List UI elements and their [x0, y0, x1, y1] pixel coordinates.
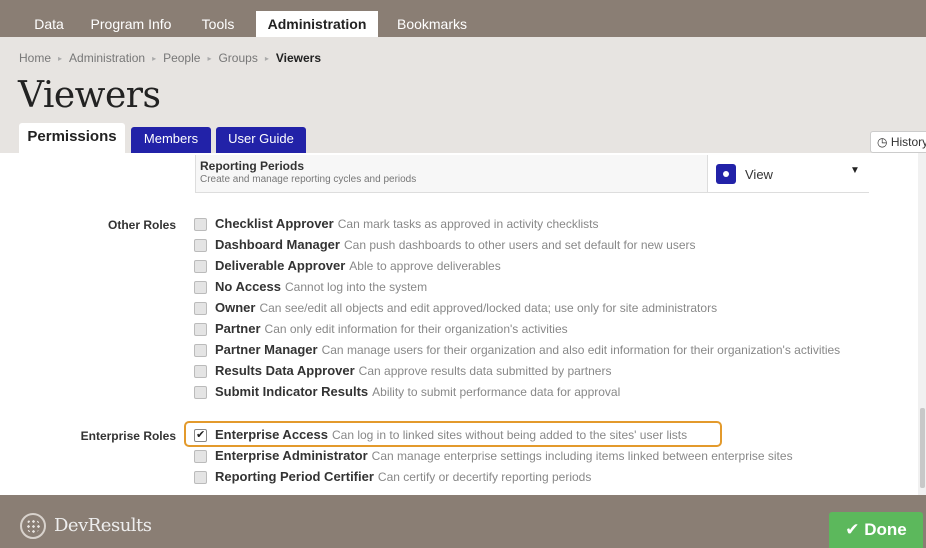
scrollbar[interactable] — [918, 153, 926, 495]
role-description: Able to approve deliverables — [349, 259, 501, 273]
role-checkbox[interactable] — [194, 450, 207, 463]
nav-tab-tools[interactable]: Tools — [190, 11, 246, 37]
role-checkbox[interactable] — [194, 281, 207, 294]
nav-tab-administration[interactable]: Administration — [256, 11, 378, 37]
role-name-text: No Access — [215, 279, 281, 294]
role-checkbox[interactable] — [194, 323, 207, 336]
role-name: Checklist Approver Can mark tasks as appr… — [215, 216, 599, 231]
role-name: Partner Can only edit information for the… — [215, 321, 568, 336]
footer: DevResults ✔ Done — [0, 495, 926, 548]
role-description: Ability to submit performance data for a… — [372, 385, 621, 399]
role-description: Can mark tasks as approved in activity c… — [337, 217, 599, 231]
role-name: Owner Can see/edit all objects and edit a… — [215, 300, 717, 315]
role-description: Can push dashboards to other users and s… — [343, 238, 696, 252]
history-icon: ◷ — [877, 135, 888, 149]
role-checkbox[interactable] — [194, 302, 207, 315]
breadcrumb-separator-icon: ▸ — [264, 54, 269, 63]
checkmark-icon: ✔ — [845, 520, 860, 539]
role-description: Can see/edit all objects and edit approv… — [259, 301, 718, 315]
role-name: Partner Manager Can manage users for thei… — [215, 342, 840, 357]
role-checkbox[interactable] — [194, 218, 207, 231]
role-description: Cannot log into the system — [285, 280, 428, 294]
breadcrumb: Home ▸ Administration ▸ People ▸ Groups ▸ Viewer… — [19, 51, 321, 65]
breadcrumb-current: Viewers — [275, 51, 321, 65]
role-name-text: Reporting Period Certifier — [215, 469, 374, 484]
caret-down-icon: ▼ — [850, 165, 860, 176]
nav-tab-bookmarks[interactable]: Bookmarks — [386, 11, 478, 37]
breadcrumb-separator-icon: ▸ — [207, 54, 212, 63]
scrollbar-thumb[interactable] — [920, 408, 925, 488]
role-name-text: Results Data Approver — [215, 363, 355, 378]
role-checkbox[interactable] — [194, 386, 207, 399]
role-description: Can manage enterprise settings including… — [371, 449, 793, 463]
breadcrumb-administration[interactable]: Administration — [69, 51, 145, 65]
reporting-periods-description: Create and manage reporting cycles and p… — [200, 174, 417, 185]
done-label: Done — [864, 520, 907, 539]
done-button[interactable]: ✔ Done — [829, 512, 923, 548]
breadcrumb-home[interactable]: Home — [19, 51, 51, 65]
tab-user-guide[interactable]: User Guide — [216, 127, 306, 153]
tab-members[interactable]: Members — [131, 127, 211, 153]
role-name-text: Owner — [215, 300, 256, 315]
breadcrumb-people[interactable]: People — [163, 51, 200, 65]
role-name: Dashboard Manager Can push dashboards to … — [215, 237, 696, 252]
breadcrumb-separator-icon: ▸ — [152, 54, 157, 63]
role-name: Submit Indicator Results Ability to submi… — [215, 384, 620, 399]
top-nav: Data Program Info Tools Administration B… — [0, 0, 926, 37]
nav-tab-data[interactable]: Data — [18, 11, 80, 37]
role-name: Deliverable Approver Able to approve deli… — [215, 258, 501, 273]
role-name: No Access Cannot log into the system — [215, 279, 427, 294]
role-name-text: Deliverable Approver — [215, 258, 346, 273]
role-name-text: Partner Manager — [215, 342, 318, 357]
role-checkbox[interactable] — [194, 344, 207, 357]
permission-level-icon — [716, 164, 736, 184]
role-checkbox[interactable] — [194, 239, 207, 252]
reporting-periods-permission-select[interactable]: View ▼ — [708, 155, 870, 192]
page-title: Viewers — [18, 75, 161, 116]
role-name-text: Submit Indicator Results — [215, 384, 369, 399]
enterprise-roles-label: Enterprise Roles — [80, 429, 176, 443]
breadcrumb-groups[interactable]: Groups — [218, 51, 257, 65]
reporting-periods-row: Reporting Periods Create and manage repo… — [195, 155, 870, 193]
highlight-callout — [184, 421, 722, 447]
role-name: Reporting Period Certifier Can certify or… — [215, 469, 591, 484]
role-checkbox[interactable] — [194, 365, 207, 378]
tab-permissions[interactable]: Permissions — [19, 123, 125, 153]
role-description: Can only edit information for their orga… — [264, 322, 568, 336]
role-name-text: Enterprise Administrator — [215, 448, 368, 463]
breadcrumb-separator-icon: ▸ — [58, 54, 63, 63]
role-name-text: Partner — [215, 321, 261, 336]
role-name: Results Data Approver Can approve results… — [215, 363, 611, 378]
role-checkbox[interactable] — [194, 471, 207, 484]
reporting-periods-title: Reporting Periods — [200, 159, 305, 173]
role-checkbox[interactable] — [194, 260, 207, 273]
page-header: Home ▸ Administration ▸ People ▸ Groups ▸ Viewer… — [0, 37, 926, 153]
logo-text: DevResults — [54, 515, 152, 536]
history-label: History — [890, 135, 926, 149]
role-name-text: Dashboard Manager — [215, 237, 340, 252]
devresults-logo-icon — [20, 513, 46, 539]
role-name: Enterprise Administrator Can manage enter… — [215, 448, 793, 463]
role-description: Can approve results data submitted by pa… — [358, 364, 612, 378]
role-name-text: Checklist Approver — [215, 216, 334, 231]
role-description: Can certify or decertify reporting perio… — [377, 470, 592, 484]
other-roles-label: Other Roles — [107, 218, 176, 232]
history-button[interactable]: ◷ History — [870, 131, 926, 153]
nav-tab-program-info[interactable]: Program Info — [80, 11, 182, 37]
role-description: Can manage users for their organization … — [321, 343, 841, 357]
permission-value: View — [745, 167, 773, 182]
